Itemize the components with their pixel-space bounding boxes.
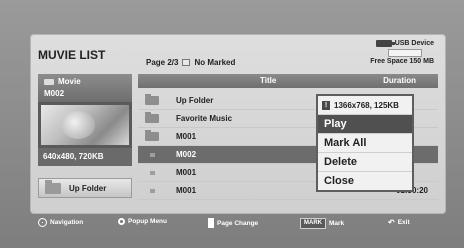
info-icon: !	[322, 100, 330, 110]
footer-exit: ↶ Exit	[388, 218, 410, 227]
footer-mark-label: Mark	[329, 220, 345, 227]
file-icon	[149, 188, 155, 193]
footer-navigation: Navigation	[38, 218, 83, 227]
up-folder-button[interactable]: Up Folder	[38, 178, 132, 198]
page-indicator: Page 2/3	[146, 58, 179, 67]
preview-file-name: M002	[44, 89, 65, 98]
page-info: Page 2/3 No Marked	[146, 58, 235, 67]
popup-delete-button[interactable]: Delete	[318, 152, 412, 171]
free-space-bar	[388, 49, 422, 57]
footer-page-change: Page Change	[208, 218, 258, 228]
page-change-icon	[208, 218, 214, 228]
popup-menu: ! 1366x768, 125KB Play Mark All Delete C…	[316, 94, 414, 192]
preview-header: Movie M002	[38, 74, 132, 102]
page-title: MUVIE LIST	[38, 48, 106, 62]
list-item-label: M001	[176, 132, 197, 141]
preview-pane: Movie M002 640x480, 720KB Up Folder	[38, 74, 132, 214]
list-header: Title Duration	[138, 74, 438, 88]
popup-file-info: ! 1366x768, 125KB	[318, 96, 412, 114]
free-space-label: Free Space 150 MB	[370, 58, 434, 65]
popup-mark-all-button[interactable]: Mark All	[318, 133, 412, 152]
header-duration: Duration	[383, 76, 416, 85]
movie-icon	[44, 78, 54, 85]
folder-up-icon	[45, 179, 61, 194]
up-folder-label: Up Folder	[69, 183, 107, 193]
navigation-icon	[38, 218, 47, 227]
list-item-label: Favorite Music	[176, 114, 233, 123]
file-icon	[149, 152, 155, 157]
header-title: Title	[260, 76, 277, 85]
footer-mark: MARK Mark	[300, 218, 344, 229]
footer-popup-menu-label: Popup Menu	[128, 218, 167, 225]
footer-navigation-label: Navigation	[50, 219, 84, 226]
list-item-label: M002	[176, 150, 197, 159]
exit-icon: ↶	[388, 218, 395, 227]
usb-device-status: USB Device Free Space 150 MB	[344, 40, 434, 70]
popup-play-button[interactable]: Play	[318, 114, 412, 133]
mark-key-icon: MARK	[300, 218, 326, 229]
preview-category: Movie	[58, 77, 81, 86]
marked-status: No Marked	[194, 58, 236, 67]
marked-checkbox-icon	[182, 59, 191, 66]
folder-icon	[145, 94, 159, 105]
list-item-label: Up Folder	[176, 96, 214, 105]
list-item-label: M001	[176, 168, 197, 177]
folder-icon	[145, 112, 159, 123]
usb-icon	[375, 40, 395, 47]
footer-popup-menu: Popup Menu	[118, 218, 167, 225]
popup-close-button[interactable]: Close	[318, 171, 412, 190]
preview-resolution: 640x480, 720KB	[38, 148, 132, 166]
footer-hints: Navigation Popup Menu Page Change MARK M…	[38, 218, 438, 230]
usb-label: USB Device	[394, 40, 434, 47]
footer-exit-label: Exit	[397, 219, 410, 226]
list-item-label: M001	[176, 186, 197, 195]
popup-info-text: 1366x768, 125KB	[334, 100, 399, 110]
ok-button-icon	[118, 218, 125, 225]
folder-icon	[145, 130, 159, 141]
file-icon	[149, 170, 155, 175]
footer-page-change-label: Page Change	[217, 219, 259, 227]
thumbnail-image	[41, 105, 129, 145]
preview-thumbnail	[38, 102, 132, 148]
